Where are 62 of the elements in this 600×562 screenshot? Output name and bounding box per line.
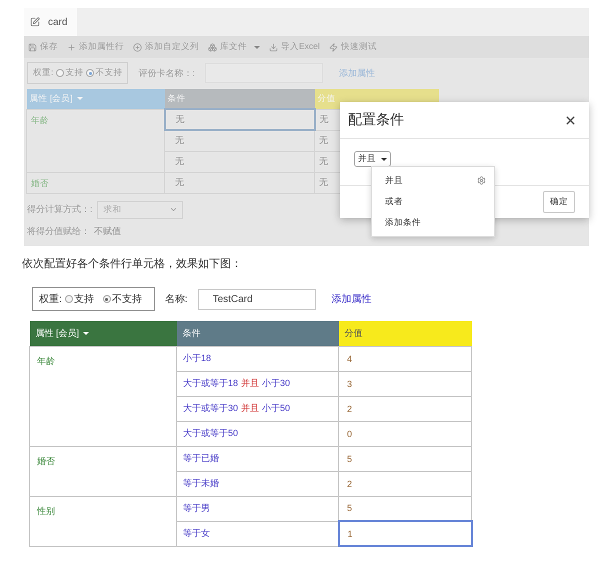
table-cell: 等于未婚 [176,471,338,496]
table-cell: 等于男 [176,496,338,521]
menu-item[interactable]: 添加条件 [372,212,494,233]
table-cell[interactable]: 2 [338,396,472,421]
table-cell[interactable]: 4 [338,346,472,371]
table-cell[interactable]: 5 [338,446,472,471]
table-cell[interactable]: 1 [338,521,472,546]
table-cell: 大于或等于18 并且 小于30 [176,371,338,396]
edit-icon [30,17,40,27]
table-cell: 小于18 [176,346,338,371]
field-label: 得分计算方式：: [27,203,93,216]
field-label: 评份卡名称：: [138,66,195,80]
radio-option[interactable]: 支持 [64,292,94,306]
table-cell[interactable]: 无 [164,109,314,130]
lightning-icon [328,42,338,52]
table-cell: 等于已婚 [176,446,338,471]
add-attribute-link[interactable]: 添加属性 [332,292,372,306]
radio-option[interactable]: 不支持 [102,292,142,306]
column-header[interactable]: 条件 [176,321,338,346]
table-cell[interactable]: 无 [164,172,314,193]
field-label: 将得分值赋给： [27,225,90,238]
caret-icon [76,97,83,100]
chevron-icon [168,205,178,214]
save-icon [28,42,37,52]
close-icon[interactable] [564,114,577,126]
field-label: 名称: [164,293,188,306]
radio-icon[interactable] [86,69,94,77]
input-field[interactable]: TestCard [198,288,316,310]
settings-icon[interactable] [477,176,486,185]
table-cell[interactable]: 0 [338,421,472,446]
table-cell[interactable]: 无 [164,151,314,172]
table-cell: 年龄 [30,346,176,446]
caption: 依次配置好各个条件行单元格，效果如下图： [22,257,243,271]
weight-label: 权重: [33,67,54,79]
table-cell[interactable]: 无 [164,130,314,151]
table-cell: 大于或等于30 并且 小于50 [176,396,338,421]
radio-icon[interactable] [56,69,64,77]
dropdown-button[interactable]: 并且 [354,151,391,167]
table-cell: 婚否 [30,446,176,496]
caret-icon [83,332,90,335]
caret-icon [381,158,387,160]
tab[interactable]: card [24,8,78,36]
table-cell[interactable]: 3 [338,371,472,396]
table-cell: 年龄 [26,109,164,172]
plus-icon [67,42,76,52]
radio-icon[interactable] [64,295,73,303]
weight-label: 权重: [39,292,62,306]
radio-icon[interactable] [102,295,111,303]
radio-option[interactable]: 支持 [56,67,84,79]
download-icon [269,42,278,52]
boxes-icon [208,42,217,52]
dialog-title: 配置条件 [348,111,404,129]
menu-item[interactable]: 或者 [372,191,494,212]
table-cell: 性别 [30,496,176,546]
column-header[interactable]: 属性 [会员] [30,321,176,346]
plus-circle-icon [133,42,142,52]
table-cell[interactable]: 2 [338,471,472,496]
table-cell: 大于或等于50 [176,421,338,446]
column-header[interactable]: 分值 [338,321,472,346]
confirm-button[interactable]: 确定 [543,191,575,213]
table-cell: 婚否 [26,172,164,193]
field-value: 不赋值 [94,225,121,238]
